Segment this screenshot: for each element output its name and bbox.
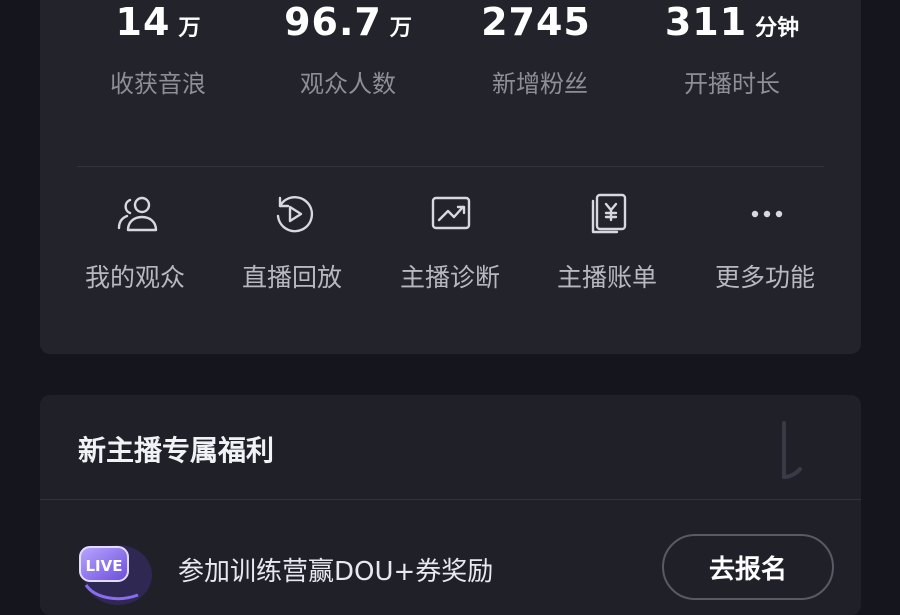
stat-unit: 万 xyxy=(178,16,201,41)
benefit-title: 新主播专属福利 xyxy=(78,434,275,467)
decoration-icon xyxy=(760,415,830,485)
stat-value: 2745 xyxy=(481,0,591,44)
stat-value: 311 xyxy=(664,0,748,44)
tool-label: 主播账单 xyxy=(556,263,657,292)
more-icon xyxy=(745,192,789,236)
stats-card: 14 万 收获音浪 96.7 万 观众人数 2745 新增粉丝 311 分钟 开播时长 xyxy=(40,0,861,354)
stat-label: 观众人数 xyxy=(300,70,396,98)
stat-label: 收获音浪 xyxy=(110,70,206,98)
stat-value: 96.7 xyxy=(284,0,382,44)
tool-label: 直播回放 xyxy=(241,263,342,292)
stat-unit: 万 xyxy=(389,16,412,41)
diagnosis-icon xyxy=(430,192,474,236)
section-divider xyxy=(77,166,824,167)
tool-label: 我的观众 xyxy=(84,263,185,292)
benefit-divider xyxy=(40,499,861,500)
live-badge-icon: LIVE xyxy=(72,533,156,609)
audience-icon xyxy=(115,192,159,236)
stat-label: 开播时长 xyxy=(684,70,780,98)
task-text: 参加训练营赢DOU+券奖励 xyxy=(178,557,494,587)
bill-icon xyxy=(587,192,631,236)
tool-label: 更多功能 xyxy=(714,263,815,292)
stat-label: 新增粉丝 xyxy=(492,70,588,98)
benefit-card: 新主播专属福利 LIVE 参加训练营赢DOU+券奖励 去报名 xyxy=(40,395,861,615)
tool-label: 主播诊断 xyxy=(399,263,500,292)
stat-unit: 分钟 xyxy=(755,16,800,41)
stat-value: 14 xyxy=(115,0,171,44)
live-badge-text: LIVE xyxy=(86,557,123,575)
replay-icon xyxy=(272,192,316,236)
signup-button[interactable]: 去报名 xyxy=(662,534,834,600)
